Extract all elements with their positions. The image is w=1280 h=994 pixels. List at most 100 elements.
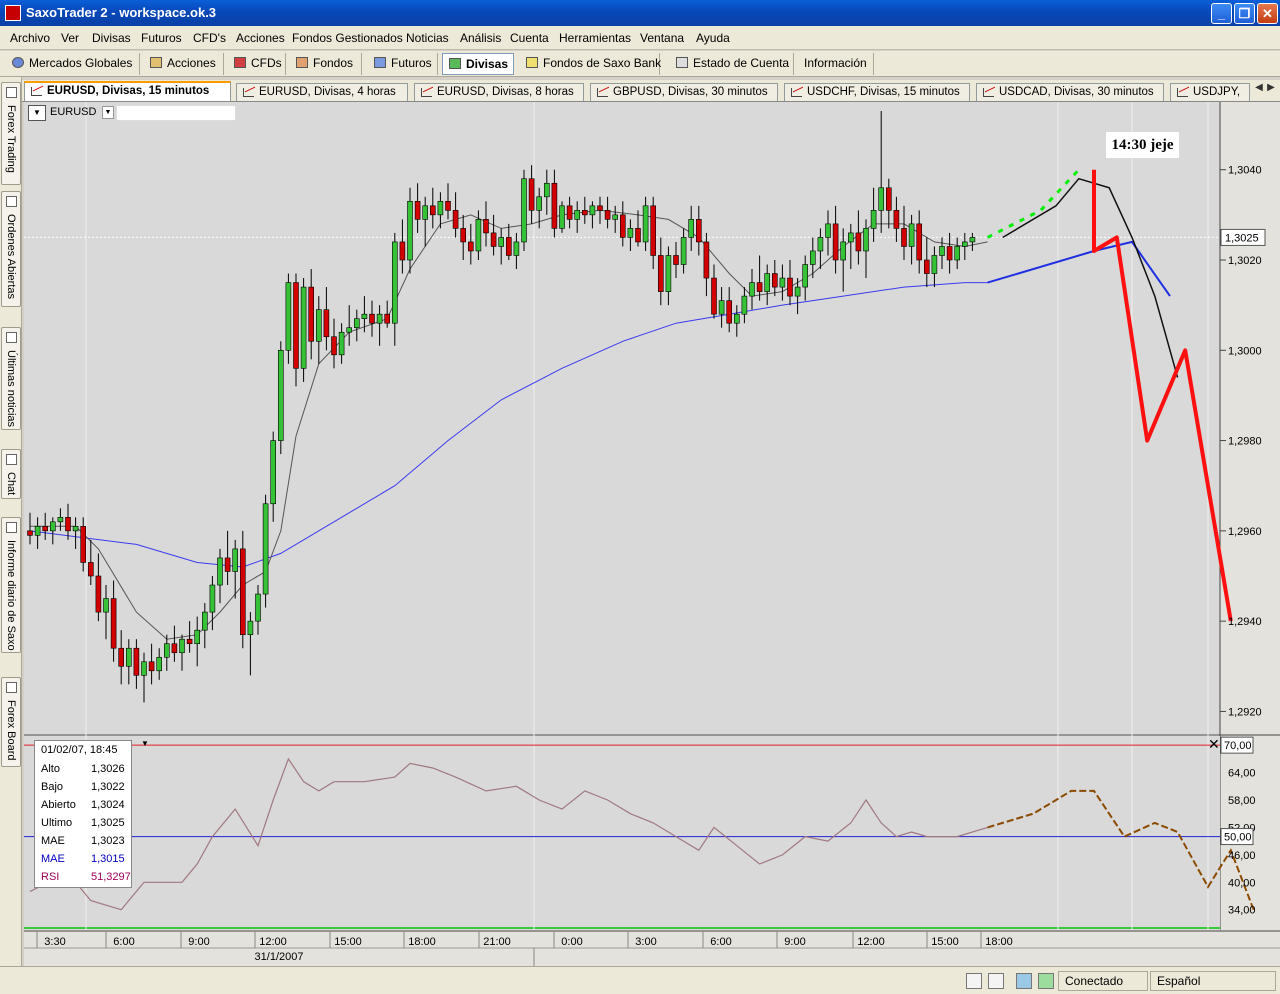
candle-body [308, 286, 315, 342]
candle-body [437, 201, 444, 216]
menu-cfds[interactable]: CFD's [193, 31, 226, 45]
workspace-icon[interactable] [988, 973, 1004, 989]
candle-body [202, 611, 208, 631]
symbol-dropdown-icon[interactable]: ▼ [102, 106, 114, 119]
candle-body [103, 598, 109, 613]
time-tick-label: 15:00 [931, 936, 959, 948]
candle-body [825, 223, 831, 238]
menu-ver[interactable]: Ver [61, 31, 79, 45]
candle-body [521, 178, 527, 243]
candle-body [353, 318, 360, 329]
menu-noticias[interactable]: Noticias [406, 31, 449, 45]
candle-body [863, 228, 869, 252]
menu-cuenta[interactable]: Cuenta [510, 31, 549, 45]
mercados-globales-button[interactable]: Mercados Globales [6, 53, 140, 75]
candle-body [680, 237, 687, 265]
futuros-icon [374, 57, 386, 68]
tab-eurusd-8h[interactable]: EURUSD, Divisas, 8 horas [414, 83, 584, 101]
candle-body [179, 638, 185, 654]
time-tick-label: 9:00 [784, 936, 805, 948]
time-tick-label: 15:00 [334, 936, 362, 948]
candle-body [80, 526, 87, 563]
candle-body [452, 210, 459, 229]
candle-body [855, 232, 862, 252]
tab-eurusd-15m[interactable]: EURUSD, Divisas, 15 minutos [24, 81, 231, 101]
menu-herramientas[interactable]: Herramientas [559, 31, 631, 45]
candle-body [445, 201, 451, 211]
time-tick-label: 6:00 [113, 936, 134, 948]
candle-body [278, 349, 284, 441]
candle-body [391, 241, 398, 324]
candlestick-chart[interactable]: 1,3040 1,3020 1,3000 1,2980 1,2960 1,2940 1,29… [24, 102, 1280, 966]
current-price-label: 1,3025 [1225, 232, 1259, 244]
candle-body [186, 638, 193, 645]
chart-icon [983, 88, 994, 97]
divisas-button[interactable]: Divisas [442, 53, 514, 75]
maximize-button[interactable]: ❐ [1234, 3, 1255, 24]
info-row-abierto: Abierto 1,3024 [41, 799, 125, 811]
menu-archivo[interactable]: Archivo [10, 31, 50, 45]
menu-ventana[interactable]: Ventana [640, 31, 684, 45]
tab-scroll-right-icon[interactable]: ▶ [1266, 82, 1276, 96]
info-collapse-icon[interactable]: ▼ [141, 739, 149, 748]
candle-body [126, 647, 132, 667]
rsi-tick-label: 58,00 [1228, 795, 1256, 807]
sidebar-chat[interactable]: Chat [1, 449, 21, 499]
fondos-saxo-bank-button[interactable]: Fondos de Saxo Bank [520, 53, 661, 75]
network-icon[interactable] [966, 973, 982, 989]
close-indicator-icon[interactable]: ✕ [1208, 736, 1220, 752]
candle-body [581, 210, 588, 216]
candle-body [369, 313, 375, 324]
candle-body [240, 548, 246, 635]
tab-usdcad-30m[interactable]: USDCAD, Divisas, 30 minutos [976, 83, 1164, 101]
candle-body [57, 517, 64, 523]
estado-de-cuenta-button[interactable]: Estado de Cuenta [670, 53, 794, 75]
menu-ayuda[interactable]: Ayuda [696, 31, 730, 45]
close-button[interactable]: ✕ [1257, 3, 1278, 24]
candle-body [475, 219, 482, 252]
candle-body [840, 241, 847, 261]
candle-body [665, 255, 672, 292]
candle-body [384, 313, 391, 324]
symbol-selector[interactable]: ▼ EURUSD ▼ [28, 104, 236, 122]
sidebar-forex-trading[interactable]: Forex Trading [1, 82, 21, 185]
price-tick-label: 1,3040 [1228, 165, 1262, 177]
menu-fondos-gestionados[interactable]: Fondos Gestionados [292, 31, 403, 45]
time-tick-label: 6:00 [710, 936, 731, 948]
candle-body [414, 201, 421, 220]
informacion-button[interactable]: Información [798, 53, 874, 75]
candle-body [27, 530, 33, 536]
symbol-label: EURUSD [50, 106, 97, 118]
cfds-button[interactable]: CFDs [228, 53, 286, 75]
sidebar-ultimas-noticias[interactable]: Últimas noticias [1, 327, 21, 430]
lock-icon[interactable] [1038, 973, 1054, 989]
menu-futuros[interactable]: Futuros [141, 31, 182, 45]
tab-eurusd-4h[interactable]: EURUSD, Divisas, 4 horas [236, 83, 408, 101]
menu-analisis[interactable]: Análisis [460, 31, 501, 45]
acciones-button[interactable]: Acciones [144, 53, 224, 75]
menu-divisas[interactable]: Divisas [92, 31, 131, 45]
candle-body [809, 250, 816, 265]
candle-body [741, 295, 748, 315]
user-icon[interactable] [1016, 973, 1032, 989]
connection-status: Conectado [1058, 971, 1148, 991]
chart-area[interactable]: 1,3040 1,3020 1,3000 1,2980 1,2960 1,2940 1,29… [24, 102, 1280, 966]
tab-usdjpy[interactable]: USDJPY, [1170, 83, 1250, 101]
language-status[interactable]: Español [1150, 971, 1276, 991]
symbol-input[interactable] [116, 105, 236, 121]
forex-trading-icon [6, 87, 17, 98]
sidebar-informe-diario[interactable]: Informe diario de Saxo [1, 517, 21, 653]
minimize-button[interactable]: _ [1211, 3, 1232, 24]
sidebar-ordenes-abiertas[interactable]: Ordenes Abiertas [1, 191, 21, 307]
candle-body [164, 643, 170, 658]
chart-menu-icon[interactable]: ▼ [28, 105, 46, 121]
fondos-button[interactable]: Fondos [290, 53, 362, 75]
date-label: 31/1/2007 [255, 951, 304, 963]
tab-gbpusd-30m[interactable]: GBPUSD, Divisas, 30 minutos [590, 83, 778, 101]
candle-body [407, 201, 413, 261]
tab-scroll-left-icon[interactable]: ◀ [1254, 82, 1264, 96]
menu-acciones[interactable]: Acciones [236, 31, 285, 45]
futuros-button[interactable]: Futuros [368, 53, 438, 75]
tab-usdchf-15m[interactable]: USDCHF, Divisas, 15 minutos [784, 83, 970, 101]
sidebar-forex-board[interactable]: Forex Board [1, 677, 21, 767]
